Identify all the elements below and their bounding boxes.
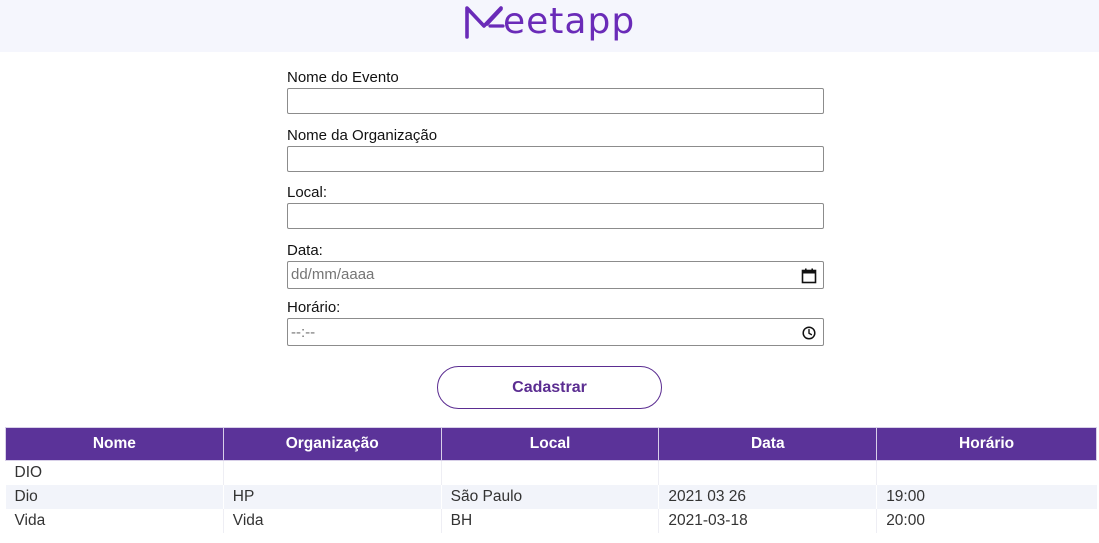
cell-time: 19:00 — [876, 485, 1097, 509]
cell-date: 2021-03-18 — [658, 509, 877, 533]
cell-organization: Vida — [222, 509, 442, 533]
cell-date: 2021 03 26 — [658, 485, 877, 509]
table-row[interactable]: Dio HP São Paulo 2021 03 26 19:00 — [5, 485, 1097, 509]
location-input[interactable] — [287, 203, 824, 229]
date-input[interactable] — [287, 260, 824, 289]
cell-date — [658, 460, 877, 485]
field-time: Horário: — [287, 298, 824, 356]
column-header-location[interactable]: Local — [440, 427, 660, 461]
cell-location — [440, 460, 659, 485]
cell-name: DIO — [14, 464, 43, 481]
cell-organization: HP — [222, 485, 442, 509]
field-date: Data: — [287, 241, 824, 299]
field-event-name: Nome do Evento — [287, 68, 824, 126]
field-location: Local: — [287, 183, 824, 241]
column-header-name[interactable]: Nome — [5, 427, 224, 461]
cell-name: Vida — [14, 512, 46, 529]
organization-input[interactable] — [287, 145, 824, 172]
cell-location: BH — [440, 509, 659, 533]
event-name-label: Nome do Evento — [287, 69, 399, 86]
time-input[interactable] — [287, 318, 824, 346]
submit-button[interactable]: Cadastrar — [437, 366, 662, 409]
brand-logo[interactable]: eetapp — [463, 0, 638, 44]
cell-time — [876, 460, 1097, 485]
cell-time: 20:00 — [876, 509, 1097, 533]
event-form: Nome do Evento Nome da Organização Local… — [287, 68, 824, 356]
time-label: Horário: — [287, 299, 341, 316]
cell-location: São Paulo — [440, 485, 659, 509]
column-header-organization[interactable]: Organização — [222, 427, 442, 461]
events-table: Nome Organização Local Data Horário DIO … — [5, 427, 1097, 533]
brand-name: eetapp — [503, 1, 636, 42]
calendar-icon[interactable] — [801, 268, 817, 284]
meetapp-m-logo-icon — [465, 6, 505, 39]
table-row[interactable]: DIO — [6, 460, 1097, 485]
table-header-row: Nome Organização Local Data Horário — [5, 427, 1097, 461]
date-label: Data: — [287, 241, 323, 259]
organization-label: Nome da Organização — [287, 126, 438, 144]
field-organization: Nome da Organização — [287, 126, 824, 184]
column-header-time[interactable]: Horário — [876, 427, 1097, 461]
event-name-input[interactable] — [287, 88, 824, 114]
cell-organization — [222, 460, 442, 485]
app-header: eetapp — [0, 0, 1099, 52]
clock-icon[interactable] — [801, 325, 817, 341]
location-label: Local: — [287, 184, 328, 201]
column-header-date[interactable]: Data — [658, 427, 878, 461]
cell-name: Dio — [5, 485, 224, 509]
table-row[interactable]: Vida Vida BH 2021-03-18 20:00 — [6, 509, 1097, 533]
